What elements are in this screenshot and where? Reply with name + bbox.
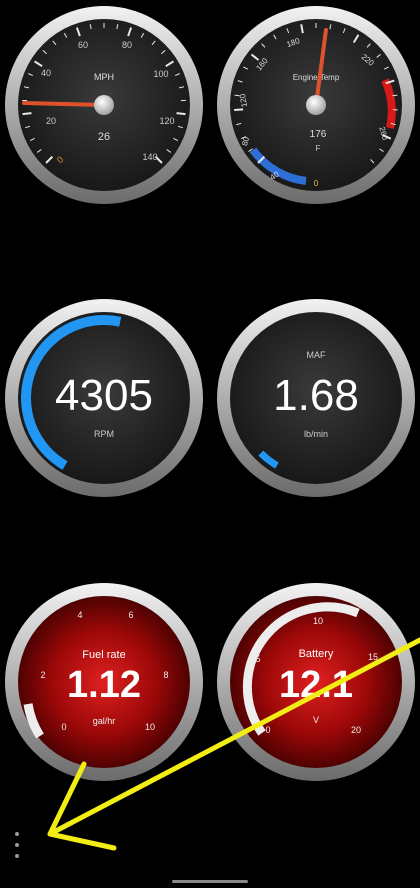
speed-tick-label-140: 140 [142, 152, 157, 162]
speed-tick-label-80: 80 [122, 40, 132, 50]
maf-unit: lb/min [304, 429, 328, 439]
maf-gauge[interactable]: MAF 1.68 lb/min [217, 299, 415, 497]
fuel-rate-value: 1.12 [67, 664, 141, 706]
battery-unit: V [313, 715, 319, 725]
fuel-tick-label-4: 4 [77, 610, 82, 620]
speed-tick-label-60: 60 [78, 40, 88, 50]
battery-gauge[interactable]: Battery 12.1 V 0 5 10 15 20 [217, 583, 415, 781]
fuel-rate-label: Fuel rate [82, 649, 125, 661]
engine-temp-label: Engine Temp [293, 73, 340, 82]
engine-temp-unit: F [316, 144, 321, 153]
major-tick [176, 112, 186, 116]
engine-temp-hub [306, 95, 326, 115]
battery-label: Battery [299, 648, 334, 660]
fuel-tick-label-0: 0 [61, 722, 66, 732]
rpm-value: 4305 [55, 371, 153, 420]
major-tick [22, 112, 32, 116]
fuel-rate-gauge[interactable]: Fuel rate 1.12 gal/hr 0 2 4 6 8 10 [5, 583, 203, 781]
gesture-navigation-bar[interactable] [172, 880, 248, 883]
speedometer-hub [94, 95, 114, 115]
speedometer-value: 26 [98, 131, 110, 143]
speed-tick-label-120: 120 [159, 116, 174, 126]
speed-tick-label-40: 40 [41, 68, 51, 78]
more-vert-icon-dot [15, 854, 19, 858]
speed-tick-label-20: 20 [46, 116, 56, 126]
more-options-button[interactable] [6, 828, 28, 862]
more-vert-icon [15, 832, 19, 836]
engine-temp-gauge[interactable]: Engine Temp 176 F 0 40 80 120 160 180 22… [217, 6, 415, 204]
battery-tick-label-0: 0 [265, 725, 270, 735]
battery-tick-label-20: 20 [351, 725, 361, 735]
minor-tick [392, 94, 398, 97]
fuel-tick-label-2: 2 [40, 670, 45, 680]
temp-tick-label-0: 0 [314, 179, 319, 188]
speedometer-gauge[interactable]: MPH 26 20 40 60 80 100 120 140 0 [5, 6, 203, 204]
fuel-tick-label-6: 6 [128, 610, 133, 620]
speed-tick-label-100: 100 [153, 69, 168, 79]
battery-value: 12.1 [279, 664, 353, 706]
rpm-gauge[interactable]: 4305 RPM [5, 299, 203, 497]
fuel-tick-label-10: 10 [145, 722, 155, 732]
maf-value: 1.68 [273, 371, 359, 420]
maf-label: MAF [307, 350, 327, 360]
rpm-label: RPM [94, 429, 114, 439]
fuel-rate-unit: gal/hr [93, 716, 116, 726]
more-vert-icon-dot [15, 843, 19, 847]
major-tick [234, 108, 244, 111]
battery-tick-label-5: 5 [255, 654, 260, 664]
speedometer-needle [22, 101, 106, 107]
engine-temp-value: 176 [310, 129, 327, 140]
dashboard-canvas: MPH 26 20 40 60 80 100 120 140 0 Engine … [5, 6, 420, 851]
fuel-tick-label-8: 8 [163, 670, 168, 680]
battery-tick-label-10: 10 [313, 616, 323, 626]
speedometer-unit-label: MPH [94, 72, 114, 82]
